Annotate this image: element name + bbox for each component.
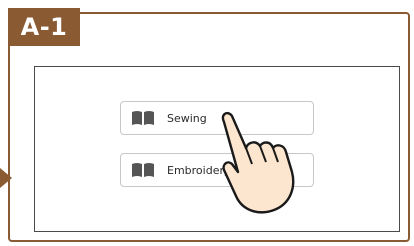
book-icon: [131, 110, 155, 126]
pointing-hand-icon: [221, 111, 295, 214]
sewing-label: Sewing: [167, 111, 207, 125]
pointer-arrow: [0, 168, 12, 188]
step-label: A-1: [8, 8, 80, 46]
book-icon: [131, 162, 155, 178]
